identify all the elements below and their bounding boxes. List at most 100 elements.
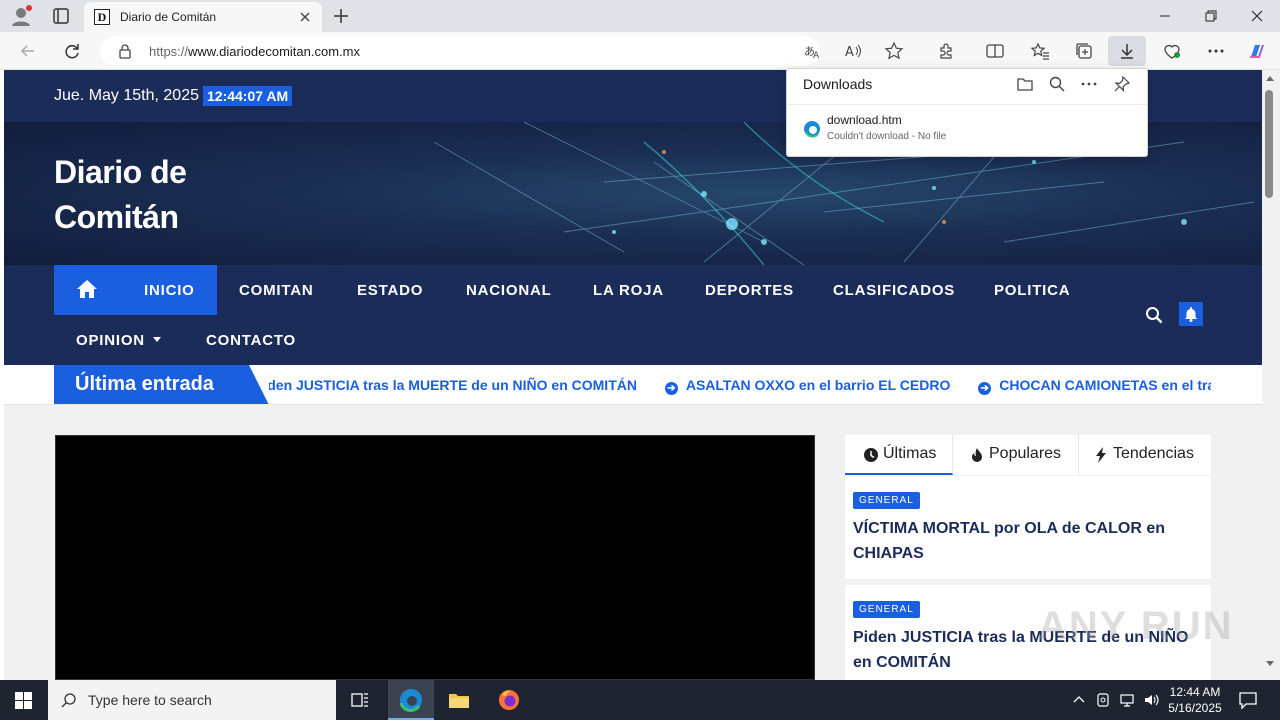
firefox-icon[interactable] [498,689,520,711]
post-card[interactable]: GENERAL VÍCTIMA MORTAL por OLA de CALOR … [845,476,1211,579]
volume-icon[interactable] [1143,692,1159,708]
nav-item-opinion[interactable]: OPINION [76,332,161,349]
site-favicon-icon: D [94,9,110,25]
windows-taskbar: Type here to search 12:44 AM 5/16/2025 [0,680,1280,720]
search-icon[interactable] [1145,306,1163,324]
address-bar[interactable]: https://www.diariodecomitan.com.mx [100,36,820,66]
nav-item-comitan[interactable]: COMITAN [239,282,313,299]
device-icon[interactable] [1095,692,1111,708]
edge-icon [399,689,422,712]
ticker-item[interactable]: CHOCAN CAMIONETAS en el tramo COMITÁN–TZ… [999,377,1211,393]
nav-item-deportes[interactable]: DEPORTES [705,282,794,299]
nav-item-clasificados[interactable]: CLASIFICADOS [833,282,955,299]
favorites-icon[interactable] [1030,41,1050,61]
scroll-down-icon[interactable] [1266,661,1274,666]
network-icon[interactable] [1119,692,1135,708]
downloads-button[interactable] [1108,36,1146,66]
search-downloads-icon[interactable] [1048,75,1066,93]
translate-icon[interactable]: あ A [803,41,823,61]
tab-tendencias[interactable]: Tendencias [1079,435,1211,475]
download-file-name[interactable]: download.htm [827,113,902,127]
scroll-up-icon[interactable] [1266,76,1274,81]
category-badge[interactable]: GENERAL [853,492,920,509]
ticker-item[interactable]: ASALTAN OXXO en el barrio EL CEDRO [686,377,950,393]
url-scheme: https:// [149,44,189,59]
nav-item-la-roja[interactable]: LA ROJA [593,282,664,299]
scrollbar-thumb[interactable] [1265,90,1273,198]
clock-date: 5/16/2025 [1168,701,1222,715]
page-viewport: Jue. May 15th, 2025 12:44:07 AM Diario d… [4,70,1262,680]
download-icon [1121,44,1133,59]
url-text[interactable]: https://www.diariodecomitan.com.mx [149,44,360,59]
arrow-right-icon: ➔ [664,382,678,395]
collections-icon[interactable] [1074,41,1094,61]
ticker-label: Última entrada [75,373,214,395]
more-options-icon[interactable] [1080,75,1098,93]
page-scrollbar[interactable] [1262,70,1280,680]
extensions-icon[interactable] [937,41,957,61]
site-title[interactable]: Diario de Comitán [54,150,254,240]
news-ticker: Última entrada Piden JUSTICIA tras la MU… [4,365,1262,405]
nav-home[interactable]: INICIO [54,265,217,315]
fire-icon [972,448,982,462]
video-player[interactable] [55,435,815,680]
taskbar-search-placeholder: Type here to search [88,692,212,708]
divider [787,104,1147,105]
split-screen-icon[interactable] [985,41,1005,61]
main-navigation: INICIO COMITAN ESTADO NACIONAL LA ROJA D… [4,265,1262,365]
new-tab-icon[interactable] [331,6,351,26]
taskbar-edge-button[interactable] [388,680,434,720]
current-date: Jue. May 15th, 2025 [54,87,199,104]
downloads-title: Downloads [803,76,873,92]
taskbar-search-box[interactable]: Type here to search [48,680,336,720]
nav-item-nacional[interactable]: NACIONAL [466,282,552,299]
ticker-item[interactable]: Piden JUSTICIA tras la MUERTE de un NIÑO… [269,377,637,393]
pin-icon[interactable] [1113,75,1131,93]
read-aloud-icon[interactable]: A [843,41,863,61]
lock-icon[interactable] [117,43,133,59]
file-explorer-icon[interactable] [448,689,470,711]
nav-item-contacto[interactable]: CONTACTO [206,332,296,349]
close-tab-icon[interactable] [296,8,314,26]
minimize-icon[interactable] [1151,4,1179,28]
refresh-icon[interactable] [62,41,82,61]
tab-populares[interactable]: Populares [953,435,1079,475]
nav-item-estado[interactable]: ESTADO [357,282,423,299]
browser-tab-bar: D Diario de Comitán [0,0,1280,32]
chevron-down-icon [152,337,161,342]
downloads-panel: Downloads download.htm Couldn't download… [786,68,1148,157]
notifications-button[interactable] [1179,302,1203,326]
system-clock[interactable]: 12:44 AM 5/16/2025 [1168,684,1222,716]
category-badge[interactable]: GENERAL [853,601,920,618]
open-folder-icon[interactable] [1016,75,1034,93]
nav-item-opinion-label: OPINION [76,332,145,349]
current-time: 12:44:07 AM [203,86,293,106]
windows-start-icon[interactable] [15,692,32,709]
nav-item-inicio[interactable]: INICIO [144,282,195,299]
home-icon [77,280,97,298]
ticker-track: Piden JUSTICIA tras la MUERTE de un NIÑO… [269,365,1211,404]
sidebar-tabs: Últimas Populares Tendencias [845,435,1211,475]
close-window-icon[interactable] [1243,4,1271,28]
tab-ultimas-label: Últimas [883,445,937,462]
notification-center-icon[interactable] [1238,690,1258,710]
task-view-icon[interactable] [349,689,371,711]
favorite-star-icon[interactable] [884,41,904,61]
profile-avatar-icon[interactable] [10,5,32,27]
browser-toolbar: https://www.diariodecomitan.com.mx あ A A [0,32,1280,70]
more-options-icon[interactable] [1206,41,1226,61]
copilot-icon[interactable] [1247,41,1267,61]
tab-ultimas[interactable]: Últimas [845,435,953,475]
nav-item-politica[interactable]: POLITICA [994,282,1070,299]
search-icon [61,693,76,708]
browser-essentials-icon[interactable] [1162,41,1182,61]
browser-tab-active[interactable]: D Diario de Comitán [84,2,322,32]
post-title[interactable]: VÍCTIMA MORTAL por OLA de CALOR en CHIAP… [853,516,1193,566]
edge-file-icon [804,121,820,138]
restore-icon[interactable] [1197,4,1225,28]
tab-actions-icon[interactable] [52,7,70,25]
back-icon[interactable] [18,41,38,61]
svg-text:A: A [813,51,820,61]
chevron-up-icon[interactable] [1071,692,1087,708]
clock-time: 12:44 AM [1169,685,1221,699]
